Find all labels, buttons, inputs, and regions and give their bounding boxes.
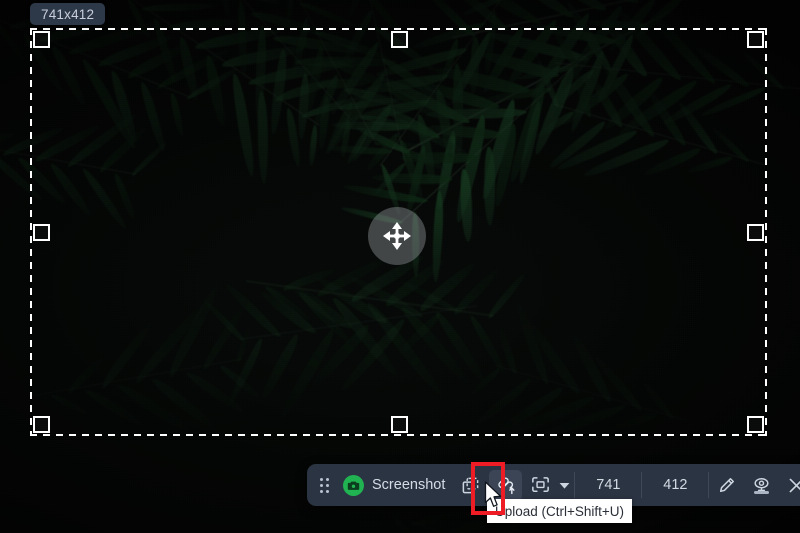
screen-capture-icon — [532, 476, 550, 492]
chevron-down-icon — [559, 482, 570, 489]
height-field[interactable]: 412 — [642, 472, 710, 498]
app-name-label: Screenshot — [372, 477, 446, 493]
copy-button[interactable] — [454, 470, 487, 501]
camera-icon — [343, 474, 364, 496]
capture-mode-button[interactable] — [524, 470, 557, 501]
upload-link-icon — [498, 477, 515, 495]
resize-handle-top-center[interactable] — [390, 31, 408, 48]
move-selection-button[interactable] — [368, 207, 426, 265]
selection-dimension-badge: 741x412 — [30, 3, 106, 25]
resize-handle-bottom-left[interactable] — [33, 416, 50, 433]
resize-handle-bottom-right[interactable] — [747, 416, 764, 433]
close-button[interactable] — [780, 470, 800, 501]
upload-tooltip: Upload (Ctrl+Shift+U) — [487, 499, 633, 523]
close-icon — [789, 478, 800, 492]
pin-active-underline — [754, 491, 770, 494]
background-photo — [0, 0, 800, 533]
width-field[interactable]: 741 — [575, 472, 643, 498]
move-arrows-icon — [383, 222, 411, 250]
pencil-icon — [720, 477, 735, 492]
drag-grip-icon — [319, 477, 329, 493]
resize-handle-top-right[interactable] — [747, 31, 764, 48]
resize-handle-middle-right[interactable] — [747, 224, 764, 241]
resize-handle-middle-left[interactable] — [33, 224, 50, 241]
resize-handle-bottom-center[interactable] — [390, 416, 408, 433]
toolbar-drag-handle[interactable] — [311, 464, 337, 506]
screenshot-overlay-app: 741x412 Screenshot 741 412 Upload (Ctrl+… — [0, 0, 800, 533]
size-fields[interactable]: 741 412 — [574, 472, 710, 498]
edit-button[interactable] — [710, 470, 743, 501]
app-identity: Screenshot — [337, 464, 453, 506]
pin-button[interactable] — [745, 470, 778, 501]
upload-button[interactable] — [489, 469, 523, 501]
copy-icon — [462, 477, 479, 493]
resize-handle-top-left[interactable] — [33, 31, 50, 48]
